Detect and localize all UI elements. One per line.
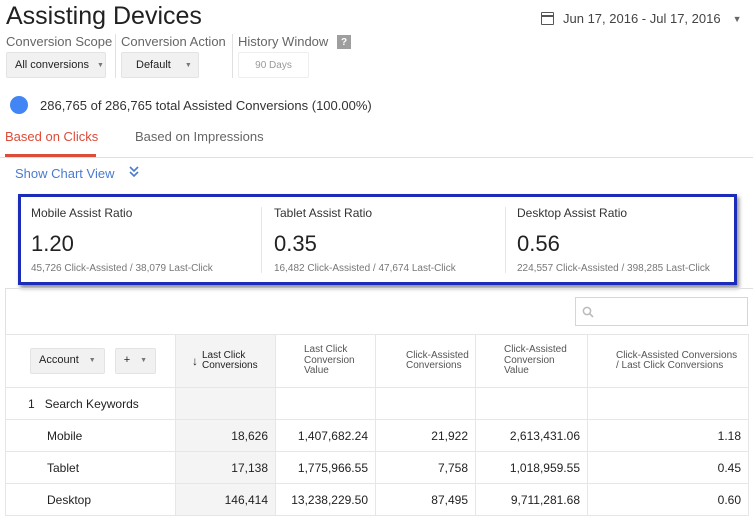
page-title: Assisting Devices [6, 2, 202, 30]
column-header-last-click-conversions[interactable]: ↓ Last Click Conversions [175, 334, 276, 388]
assisting-devices-table: Account ▼ + ▼ ↓ Last Click Conversions L… [5, 334, 749, 516]
date-range-label: Jun 17, 2016 - Jul 17, 2016 [563, 11, 721, 26]
ratio-detail: 224,557 Click-Assisted / 398,285 Last-Cl… [517, 263, 710, 274]
conversion-scope-dropdown[interactable]: All conversions ▼ [6, 52, 106, 78]
ratio-label: Desktop Assist Ratio [517, 206, 628, 220]
ratio-label: Mobile Assist Ratio [31, 206, 133, 220]
account-dimension-dropdown[interactable]: Account ▼ [30, 348, 105, 374]
double-chevron-down-icon [129, 166, 140, 181]
ratio-detail: 16,482 Click-Assisted / 47,674 Last-Clic… [274, 263, 456, 274]
show-chart-view-label: Show Chart View [15, 166, 115, 181]
table-cell: 0.45 [587, 451, 749, 484]
table-row: 1 Search Keywords [5, 387, 749, 420]
history-window-dropdown: 90 Days [238, 52, 309, 78]
row-label: Tablet [5, 451, 176, 484]
tablet-assist-ratio: Tablet Assist Ratio 0.35 16,482 Click-As… [274, 197, 504, 282]
row-label: Mobile [5, 419, 176, 452]
table-cell: 0.60 [587, 483, 749, 516]
ratio-divider [505, 207, 506, 273]
dropdown-arrow-icon: ▼ [96, 61, 104, 69]
tab-bar: Based on Clicks Based on Impressions [0, 120, 753, 158]
table-cell: 2,613,431.06 [475, 419, 588, 452]
conversion-action-dropdown[interactable]: Default ▼ [121, 52, 199, 78]
calendar-icon [541, 12, 554, 25]
dropdown-arrow-icon: ▼ [88, 357, 96, 365]
add-dimension-label: + [123, 354, 131, 367]
dimension-header: Account ▼ + ▼ [5, 334, 176, 388]
account-dimension-label: Account [39, 354, 79, 367]
series-dot-icon [10, 96, 28, 114]
table-cell: 87,495 [375, 483, 476, 516]
history-window-value: 90 Days [255, 59, 292, 71]
ratio-value: 1.20 [31, 231, 74, 256]
table-cell: 13,238,229.50 [275, 483, 376, 516]
summary-text: 286,765 of 286,765 total Assisted Conver… [40, 97, 372, 113]
help-icon[interactable]: ? [337, 35, 351, 49]
ratio-detail: 45,726 Click-Assisted / 38,079 Last-Clic… [31, 263, 213, 274]
dropdown-arrow-icon: ▼ [184, 61, 192, 69]
table-header-row: Account ▼ + ▼ ↓ Last Click Conversions L… [5, 334, 749, 388]
conversion-scope-label: Conversion Scope [6, 34, 113, 49]
tab-based-on-impressions[interactable]: Based on Impressions [135, 129, 264, 144]
ratio-divider [261, 207, 262, 273]
ratio-value: 0.35 [274, 231, 317, 256]
assist-ratio-panel: Mobile Assist Ratio 1.20 45,726 Click-As… [18, 194, 737, 285]
assisted-conversions-summary: 286,765 of 286,765 total Assisted Conver… [10, 96, 372, 114]
table-row: Mobile 18,626 1,407,682.24 21,922 2,613,… [5, 419, 749, 452]
show-chart-view-link[interactable]: Show Chart View [15, 166, 140, 181]
filter-divider [115, 34, 116, 78]
history-window-label: History Window [238, 34, 329, 49]
chevron-down-icon: ▼ [732, 13, 742, 24]
active-tab-indicator [5, 154, 96, 157]
ratio-value: 0.56 [517, 231, 560, 256]
filter-divider [232, 34, 233, 78]
table-cell: 21,922 [375, 419, 476, 452]
table-row: Desktop 146,414 13,238,229.50 87,495 9,7… [5, 483, 749, 516]
desktop-assist-ratio: Desktop Assist Ratio 0.56 224,557 Click-… [517, 197, 732, 282]
column-header-click-assisted-conversion-value[interactable]: Click-Assisted Conversion Value [475, 334, 588, 388]
row-label: Desktop [5, 483, 176, 516]
mobile-assist-ratio: Mobile Assist Ratio 1.20 45,726 Click-As… [31, 197, 261, 282]
table-cell: 1,775,966.55 [275, 451, 376, 484]
table-cell: 7,758 [375, 451, 476, 484]
table-cell: 18,626 [175, 419, 276, 452]
search-icon [582, 306, 594, 318]
dropdown-arrow-icon: ▼ [140, 357, 148, 365]
table-search-input[interactable] [575, 297, 748, 326]
column-header-click-assisted-conversions[interactable]: Click-Assisted Conversions [375, 334, 476, 388]
table-cell: 9,711,281.68 [475, 483, 588, 516]
ratio-label: Tablet Assist Ratio [274, 206, 373, 220]
tab-based-on-clicks[interactable]: Based on Clicks [5, 129, 98, 144]
conversion-action-value: Default [136, 59, 171, 71]
table-cell: 1,407,682.24 [275, 419, 376, 452]
sort-descending-icon: ↓ [192, 353, 198, 368]
table-cell: 1.18 [587, 419, 749, 452]
table-cell: 1,018,959.55 [475, 451, 588, 484]
add-dimension-button[interactable]: + ▼ [114, 348, 157, 374]
group-row-label: 1 Search Keywords [5, 387, 176, 420]
date-range-picker[interactable]: Jun 17, 2016 - Jul 17, 2016 ▼ [541, 11, 741, 26]
conversion-scope-value: All conversions [15, 59, 89, 71]
column-header-last-click-conversion-value[interactable]: Last Click Conversion Value [275, 334, 376, 388]
table-cell: 146,414 [175, 483, 276, 516]
table-row: Tablet 17,138 1,775,966.55 7,758 1,018,9… [5, 451, 749, 484]
table-cell: 17,138 [175, 451, 276, 484]
column-header-assisted-per-last-click[interactable]: Click-Assisted Conversions / Last Click … [587, 334, 749, 388]
conversion-action-label: Conversion Action [121, 34, 226, 49]
